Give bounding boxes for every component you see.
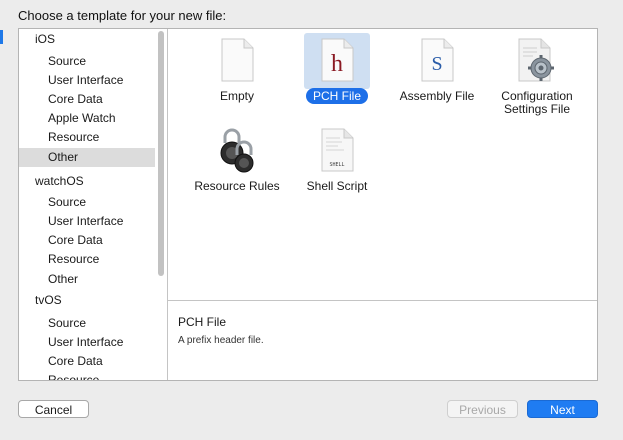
- cancel-button[interactable]: Cancel: [18, 400, 89, 418]
- template-label: Configuration Settings File: [501, 89, 573, 116]
- sidebar-item-ios-source[interactable]: Source: [19, 52, 155, 71]
- sidebar-item-ios-apple-watch[interactable]: Apple Watch: [19, 109, 155, 128]
- svg-text:h: h: [331, 51, 343, 77]
- description-title: PCH File: [178, 315, 227, 329]
- sidebar-item-ios-resource[interactable]: Resource: [19, 128, 155, 147]
- sidebar-item-watchos-core-data[interactable]: Core Data: [19, 231, 155, 250]
- dialog-title: Choose a template for your new file:: [18, 8, 227, 23]
- sidebar-item-ios-user-interface[interactable]: User Interface: [19, 71, 155, 90]
- svg-text:S: S: [431, 53, 442, 75]
- sidebar-item-ios-core-data[interactable]: Core Data: [19, 90, 155, 109]
- template-label: Assembly File: [399, 89, 475, 103]
- platform-sidebar[interactable]: iOS Source User Interface Core Data Appl…: [19, 29, 168, 380]
- svg-text:SHELL: SHELL: [329, 162, 344, 168]
- sidebar-item-watchos-source[interactable]: Source: [19, 193, 155, 212]
- description-text: A prefix header file.: [178, 335, 264, 346]
- resource-rules-lock-icon: [217, 127, 257, 176]
- sidebar-section-tvos[interactable]: tvOS: [19, 291, 155, 310]
- sidebar-item-tvos-user-interface[interactable]: User Interface: [19, 333, 155, 352]
- window-edge-indicator: [0, 30, 3, 44]
- sidebar-item-ios-other[interactable]: Other: [19, 148, 155, 167]
- pch-file-icon: h: [320, 38, 354, 85]
- config-settings-file-icon: [517, 38, 557, 85]
- sidebar-item-watchos-other[interactable]: Other: [19, 270, 155, 289]
- sidebar-item-watchos-user-interface[interactable]: User Interface: [19, 212, 155, 231]
- sidebar-section-watchos[interactable]: watchOS: [19, 172, 155, 191]
- sidebar-item-watchos-resource[interactable]: Resource: [19, 250, 155, 269]
- empty-file-icon: [220, 38, 254, 85]
- next-button[interactable]: Next: [527, 400, 598, 418]
- sidebar-section-ios[interactable]: iOS: [19, 30, 155, 49]
- template-label: Resource Rules: [194, 179, 280, 193]
- template-label: PCH File: [305, 88, 368, 104]
- template-label: Shell Script: [306, 179, 368, 193]
- template-chooser-panel: iOS Source User Interface Core Data Appl…: [18, 28, 598, 381]
- template-grid: Empty h PCH File S Assembly File Configu…: [168, 29, 597, 301]
- template-description-pane: PCH File A prefix header file.: [168, 301, 597, 380]
- previous-button[interactable]: Previous: [447, 400, 518, 418]
- sidebar-scrollbar[interactable]: [158, 31, 164, 276]
- assembly-file-icon: S: [420, 38, 454, 85]
- sidebar-item-tvos-resource[interactable]: Resource: [19, 371, 155, 380]
- sidebar-item-tvos-source[interactable]: Source: [19, 314, 155, 333]
- template-label: Empty: [219, 89, 254, 103]
- shell-script-icon: SHELL: [320, 128, 354, 175]
- sidebar-item-tvos-core-data[interactable]: Core Data: [19, 352, 155, 371]
